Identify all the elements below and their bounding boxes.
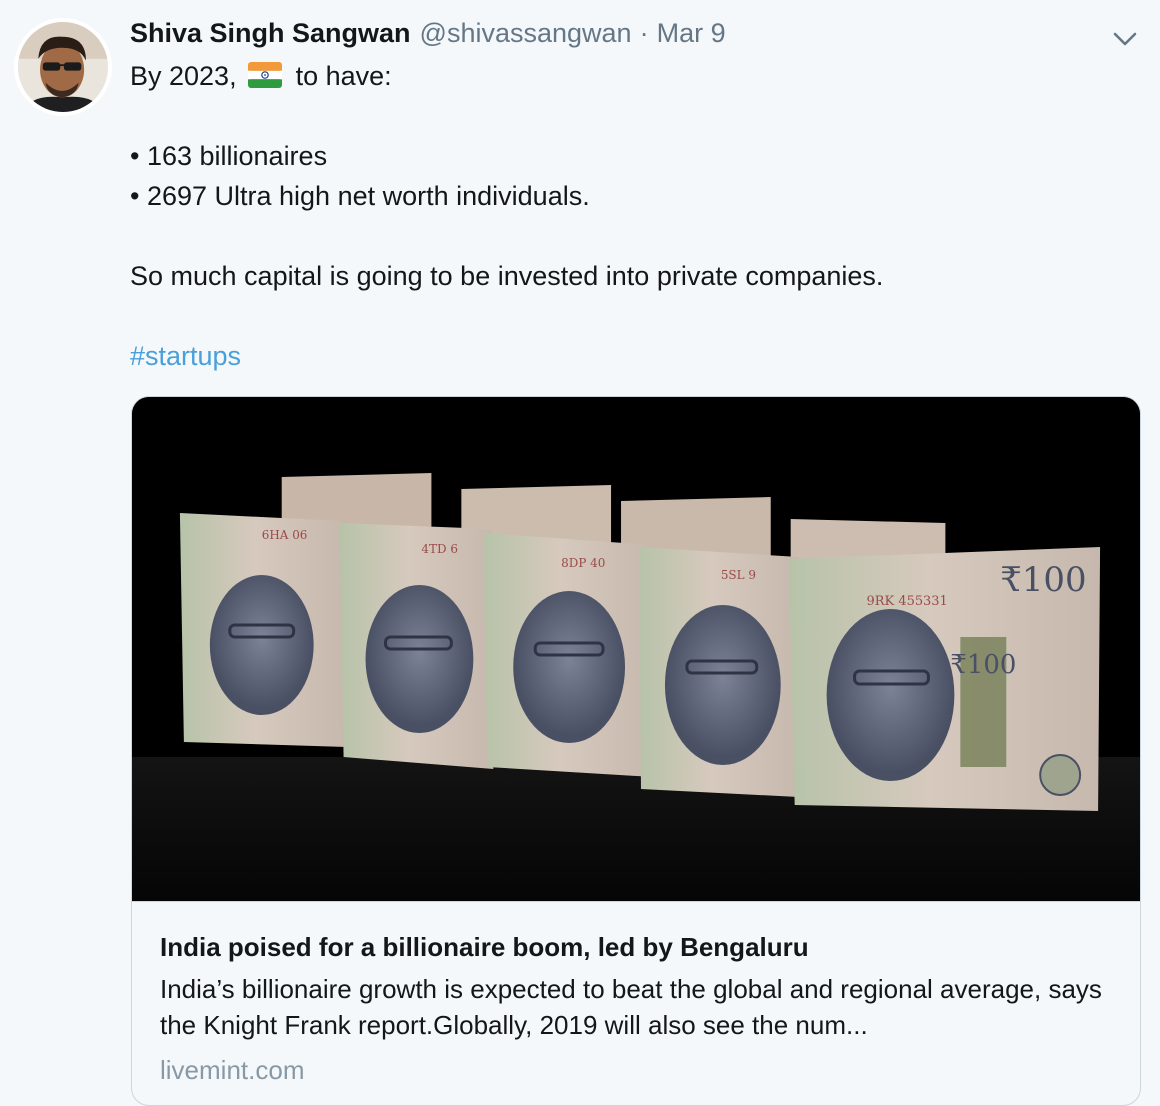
- tweet-date[interactable]: Mar 9: [657, 18, 726, 49]
- banknote-denomination: ₹100: [1000, 560, 1086, 600]
- intro-after: to have:: [295, 61, 392, 91]
- author-name[interactable]: Shiva Singh Sangwan: [130, 18, 411, 49]
- tweet-header: Shiva Singh Sangwan @shivassangwan · Mar…: [130, 18, 1100, 54]
- rupee-banknotes-image[interactable]: 6HA 06 4TD 6 8DP 40 5SL 9 9RK 455331 ₹10…: [132, 397, 1140, 901]
- intro-before: By 2023,: [130, 61, 237, 91]
- bullet-uhni: • 2697 Ultra high net worth individuals.: [130, 181, 590, 211]
- india-flag-icon: [248, 62, 283, 88]
- card-description: India’s billionaire growth is expected t…: [160, 974, 1102, 1040]
- chevron-down-icon[interactable]: [1110, 24, 1140, 54]
- banknote-serial: 5SL 9: [721, 568, 756, 582]
- tweet-text: By 2023, to have: • 163 billionaires • 2…: [130, 56, 1130, 376]
- banknote-serial: 9RK 455331: [867, 594, 948, 609]
- card-domain: livemint.com: [160, 1055, 305, 1085]
- banknote-serial: 6HA 06: [262, 528, 308, 542]
- card-body: India poised for a billionaire boom, led…: [132, 901, 1140, 1087]
- banknote-serial: 8DP 40: [561, 556, 605, 570]
- hashtag-link[interactable]: #startups: [130, 341, 241, 371]
- link-card[interactable]: 6HA 06 4TD 6 8DP 40 5SL 9 9RK 455331 ₹10…: [131, 396, 1141, 1106]
- separator-dot: ·: [639, 18, 649, 48]
- capital-line: So much capital is going to be invested …: [130, 261, 884, 291]
- banknote-denomination: ₹100: [950, 650, 1016, 680]
- banknote-serial: 4TD 6: [421, 542, 458, 556]
- intro-line: By 2023, to have:: [130, 56, 1130, 96]
- bullet-billionaires: • 163 billionaires: [130, 141, 328, 171]
- author-handle[interactable]: @shivassangwan: [420, 18, 632, 49]
- avatar[interactable]: [14, 18, 112, 116]
- profile-photo-icon: [18, 22, 108, 112]
- card-title[interactable]: India poised for a billionaire boom, led…: [160, 930, 1112, 964]
